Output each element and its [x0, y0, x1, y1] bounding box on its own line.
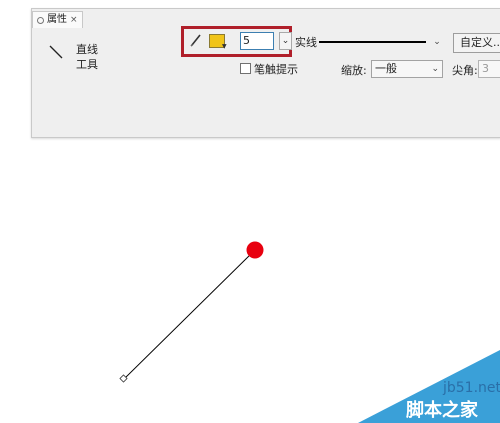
stroke-hint-checkbox[interactable] [240, 63, 251, 74]
watermark-name: 脚本之家 [406, 400, 478, 421]
drawn-line[interactable] [123, 250, 255, 380]
pencil-icon[interactable] [190, 33, 202, 47]
stroke-width-dropdown[interactable]: ⌄ [279, 32, 292, 50]
scale-select[interactable]: 一般 ⌄ [371, 60, 443, 78]
tab-properties[interactable]: 属性 × [32, 11, 83, 28]
corner-input[interactable]: 3 [478, 60, 500, 78]
stroke-style-label: 实线 [295, 35, 317, 49]
chevron-down-icon: ⌄ [433, 36, 441, 47]
line-start-handle[interactable] [119, 374, 128, 383]
stroke-style-select[interactable]: 实线 ⌄ [295, 32, 443, 51]
tool-name: 直线工具 [76, 43, 98, 71]
custom-style-button[interactable]: 自定义... [453, 33, 500, 53]
stroke-style-preview [319, 40, 426, 43]
line-tool-icon [49, 45, 63, 59]
line-end-point[interactable] [246, 241, 264, 259]
scale-label: 缩放: [341, 64, 367, 77]
chevron-down-icon: ⌄ [431, 64, 439, 74]
watermark-site: jb51.net [443, 380, 500, 396]
chevron-down-icon: ▼ [222, 43, 227, 50]
stroke-width-input[interactable]: 5 [240, 32, 274, 50]
corner-label: 尖角: [452, 64, 478, 77]
tab-label: 属性 [47, 14, 67, 25]
scale-value: 一般 [375, 62, 397, 75]
close-icon[interactable]: × [70, 12, 78, 28]
stroke-hint-label: 笔触提示 [254, 63, 298, 76]
tab-marker-icon [37, 16, 44, 24]
